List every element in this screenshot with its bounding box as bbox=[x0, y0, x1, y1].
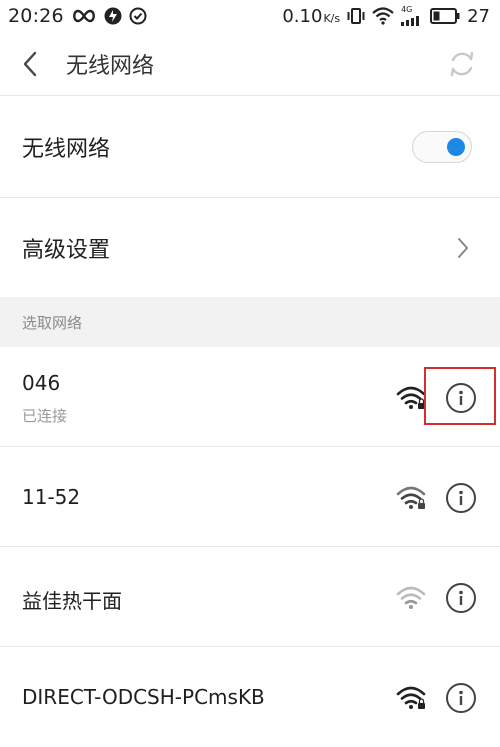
battery-level: 27 bbox=[467, 5, 490, 27]
app-bar: 无线网络 bbox=[0, 32, 500, 96]
wifi-toggle-row[interactable]: 无线网络 bbox=[0, 97, 500, 198]
wifi-toggle-switch[interactable] bbox=[412, 131, 472, 163]
network-type: 4G bbox=[401, 5, 413, 14]
highlight-box bbox=[424, 367, 496, 425]
infinity-icon bbox=[72, 9, 95, 23]
network-info-button[interactable] bbox=[446, 483, 476, 513]
wifi-signal-weak-icon bbox=[396, 586, 426, 609]
info-icon bbox=[459, 690, 463, 705]
back-arrow-icon bbox=[23, 51, 37, 76]
page-title: 无线网络 bbox=[66, 53, 155, 79]
network-name: DIRECT-ODCSH-PCmsKB bbox=[22, 685, 265, 709]
network-name: 益佳热干面 bbox=[22, 589, 122, 613]
wifi-signal-locked-icon bbox=[396, 686, 426, 709]
speed-value: 0.10 bbox=[282, 5, 323, 27]
battery-icon bbox=[430, 8, 460, 24]
section-header: 选取网络 bbox=[0, 297, 500, 347]
speed-unit: K/s bbox=[323, 11, 341, 25]
network-name: 046 bbox=[22, 371, 61, 395]
network-row[interactable]: DIRECT-ODCSH-PCmsKB bbox=[0, 647, 500, 747]
advanced-settings-row[interactable]: 高级设置 bbox=[0, 198, 500, 297]
network-row[interactable]: 11-52 bbox=[0, 447, 500, 547]
network-row[interactable]: 益佳热干面 bbox=[0, 547, 500, 647]
signal-group: 4G bbox=[401, 6, 423, 26]
check-circle-icon bbox=[129, 7, 147, 25]
notification-icon bbox=[104, 7, 122, 25]
refresh-icon[interactable] bbox=[446, 48, 478, 80]
back-button[interactable] bbox=[0, 32, 60, 96]
network-info-button[interactable] bbox=[446, 583, 476, 613]
network-status: 已连接 bbox=[22, 407, 68, 425]
info-icon bbox=[459, 590, 463, 605]
network-speed: 0.10K/s bbox=[282, 6, 340, 27]
advanced-settings-label: 高级设置 bbox=[22, 237, 111, 263]
network-name: 11-52 bbox=[22, 485, 81, 509]
vibrate-icon bbox=[347, 8, 365, 24]
status-bar: 20:26 0.10K/s 4G 27 bbox=[0, 0, 500, 32]
status-left: 20:26 bbox=[8, 5, 147, 27]
network-info-button[interactable] bbox=[446, 683, 476, 713]
status-time: 20:26 bbox=[8, 5, 64, 27]
wifi-icon bbox=[372, 7, 394, 25]
info-icon bbox=[459, 490, 463, 505]
wifi-signal-locked-icon bbox=[396, 386, 426, 409]
toggle-knob bbox=[447, 138, 465, 156]
wifi-signal-locked-icon bbox=[396, 486, 426, 509]
signal-icon bbox=[401, 16, 420, 26]
section-title: 选取网络 bbox=[22, 313, 83, 332]
status-right: 0.10K/s 4G 27 bbox=[282, 6, 490, 27]
chevron-right-icon bbox=[458, 238, 468, 258]
wifi-toggle-label: 无线网络 bbox=[22, 137, 111, 162]
